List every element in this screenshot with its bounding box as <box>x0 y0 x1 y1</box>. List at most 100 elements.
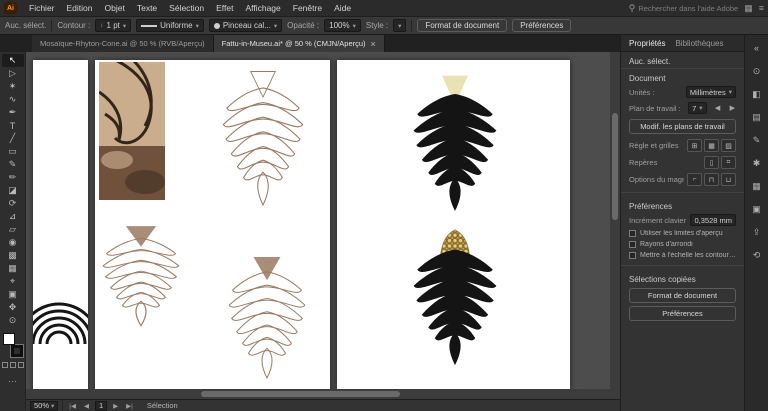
edit-artboards-button[interactable]: Modif. les plans de travail <box>629 119 736 134</box>
artwork-palmette-outline-bottom[interactable] <box>225 252 309 388</box>
artboards-panel-icon[interactable]: ▣ <box>749 202 765 216</box>
gradient-tool[interactable]: ▩ <box>2 249 24 262</box>
eyedropper-tool[interactable]: ⌖ <box>2 275 24 288</box>
gradient-button[interactable] <box>10 362 16 368</box>
brush-select[interactable]: Pinceau cal... ▾ <box>209 19 282 32</box>
artboard-3[interactable] <box>337 60 570 390</box>
fill-stroke-widget[interactable] <box>3 333 23 357</box>
style-select[interactable]: ▾ <box>393 19 406 32</box>
shape-builder-tool[interactable]: ◉ <box>2 236 24 249</box>
edit-toolbar-icon[interactable]: ⋯ <box>8 376 17 387</box>
menu-item[interactable]: Sélection <box>163 0 210 16</box>
zoom-tool[interactable]: ⊙ <box>2 314 24 327</box>
snap-point-icon[interactable]: ⌐ <box>687 173 702 186</box>
workspace-switcher-icon[interactable]: ≡ <box>759 3 764 13</box>
line-tool[interactable]: ╱ <box>2 132 24 145</box>
grid-icon[interactable]: ▦ <box>704 139 719 152</box>
artwork-palmette-black-gold[interactable] <box>409 228 501 376</box>
ruler-icon[interactable]: ⊞ <box>687 139 702 152</box>
document-tab[interactable]: Fattu-in-Museu.ai* @ 50 % (CMJN/Aperçu) … <box>214 35 385 52</box>
close-tab-icon[interactable]: × <box>371 39 376 49</box>
collapse-panels-icon[interactable]: « <box>749 41 765 55</box>
panel-tab[interactable]: Propriétés <box>629 39 665 48</box>
arrange-documents-icon[interactable]: ▦ <box>744 3 753 14</box>
horizontal-scrollbar-thumb[interactable] <box>201 391 400 397</box>
preference-checkbox[interactable]: Rayons d'arrondi <box>621 239 744 250</box>
preference-checkbox[interactable]: Utiliser les limites d'aperçu <box>621 228 744 239</box>
canvas[interactable] <box>26 52 620 399</box>
menu-item[interactable]: Objet <box>99 0 131 16</box>
panel-tab[interactable]: Bibliothèques <box>675 39 723 48</box>
pencil-tool[interactable]: ✏ <box>2 171 24 184</box>
menu-item[interactable]: Edition <box>61 0 99 16</box>
pen-tool[interactable]: ✒ <box>2 106 24 119</box>
menu-item[interactable]: Aide <box>328 0 357 16</box>
none-button[interactable] <box>18 362 24 368</box>
document-setup-button[interactable]: Format de document <box>417 19 507 32</box>
artwork-pottery-photo[interactable] <box>99 62 165 200</box>
keyboard-increment-field[interactable]: 0,3528 mm <box>690 214 736 226</box>
checkbox-box[interactable] <box>629 230 636 237</box>
snap-grid-icon[interactable]: ⊓ <box>704 173 719 186</box>
first-artboard-button[interactable]: |◀ <box>67 402 78 410</box>
checkbox-box[interactable] <box>629 252 636 259</box>
previous-artboard-button[interactable]: ◀ <box>82 402 91 410</box>
color-button[interactable] <box>2 362 8 368</box>
vertical-scrollbar-thumb[interactable] <box>612 113 618 221</box>
previous-artboard-icon[interactable]: ◀ <box>714 104 721 112</box>
menu-item[interactable]: Fenêtre <box>287 0 328 16</box>
smart-guides-icon[interactable]: ⌗ <box>721 156 736 169</box>
artwork-palmette-outline-top[interactable] <box>219 66 307 216</box>
zoom-select[interactable]: 50% ▾ <box>30 401 58 411</box>
preferences-button[interactable]: Préférences <box>629 306 736 321</box>
snap-pixel-icon[interactable]: ⊔ <box>721 173 736 186</box>
artboard-number-field[interactable]: 1 <box>95 401 107 411</box>
menu-item[interactable]: Affichage <box>239 0 286 16</box>
layers-panel-icon[interactable]: ▦ <box>749 179 765 193</box>
transparency-grid-icon[interactable]: ▨ <box>721 139 736 152</box>
export-panel-icon[interactable]: ⇪ <box>749 225 765 239</box>
opacity-field[interactable]: 100% ▾ <box>324 19 361 32</box>
next-artboard-button[interactable]: ▶ <box>111 402 120 410</box>
artboard-select[interactable]: 7 ▾ <box>688 102 706 114</box>
mesh-tool[interactable]: ▦ <box>2 262 24 275</box>
type-tool[interactable]: T <box>2 119 24 132</box>
units-select[interactable]: Millimètres ▾ <box>686 86 736 98</box>
stroke-width-field[interactable]: ↕ 1 pt ▾ <box>95 19 131 32</box>
stroke-swatch[interactable] <box>11 345 23 357</box>
doc-setup-button[interactable]: Format de document <box>629 288 736 303</box>
artwork-palmette-black-cream[interactable] <box>409 72 501 222</box>
hand-tool[interactable]: ✥ <box>2 301 24 314</box>
artboard-tool[interactable]: ▣ <box>2 288 24 301</box>
last-artboard-button[interactable]: ▶| <box>124 402 135 410</box>
checkbox-box[interactable] <box>629 241 636 248</box>
symbols-panel-icon[interactable]: ✱ <box>749 156 765 170</box>
menu-item[interactable]: Texte <box>131 0 163 16</box>
app-icon[interactable]: Ai <box>4 2 17 14</box>
rectangle-tool[interactable]: ▭ <box>2 145 24 158</box>
preferences-button[interactable]: Préférences <box>512 19 571 32</box>
direct-selection-tool[interactable]: ▷ <box>2 67 24 80</box>
free-transform-tool[interactable]: ▱ <box>2 223 24 236</box>
swatches-panel-icon[interactable]: ▤ <box>749 110 765 124</box>
artwork-palmette-brown[interactable] <box>99 222 183 334</box>
menu-item[interactable]: Effet <box>210 0 239 16</box>
artboard-1[interactable] <box>33 60 88 394</box>
magic-wand-tool[interactable]: ✶ <box>2 80 24 93</box>
search-panel-icon[interactable]: ⊙ <box>749 64 765 78</box>
rotate-tool[interactable]: ⟳ <box>2 197 24 210</box>
eraser-tool[interactable]: ◪ <box>2 184 24 197</box>
guides-icon[interactable]: ▯ <box>704 156 719 169</box>
history-panel-icon[interactable]: ⟲ <box>749 248 765 262</box>
selection-tool[interactable]: ↖ <box>2 54 24 67</box>
fill-swatch[interactable] <box>3 333 15 345</box>
artwork-concentric-arcs[interactable] <box>33 286 88 346</box>
color-panel-icon[interactable]: ◧ <box>749 87 765 101</box>
document-tab[interactable]: Mosaïque-Rhyton-Cone.ai @ 50 % (RVB/Aper… <box>32 35 214 52</box>
brushes-panel-icon[interactable]: ✎ <box>749 133 765 147</box>
paintbrush-tool[interactable]: ✎ <box>2 158 24 171</box>
help-search[interactable]: ⚲ Rechercher dans l'aide Adobe <box>629 3 738 14</box>
scale-tool[interactable]: ⊿ <box>2 210 24 223</box>
vertical-scrollbar[interactable] <box>610 52 620 389</box>
artboard-2[interactable] <box>95 60 330 394</box>
